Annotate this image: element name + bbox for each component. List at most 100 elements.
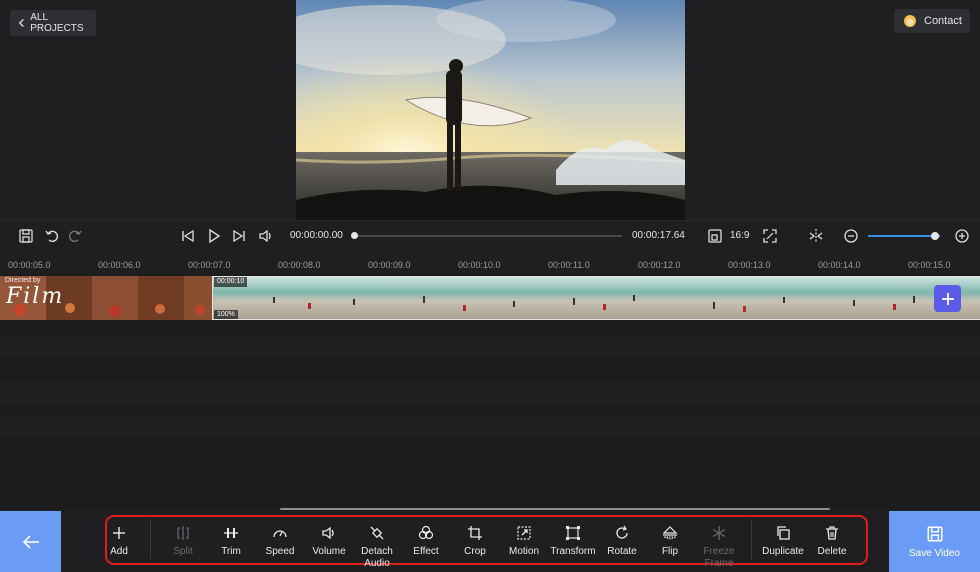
- split-tool-button[interactable]: Split: [159, 525, 207, 558]
- ruler-label: 00:00:07.0: [188, 260, 231, 270]
- snap-icon[interactable]: [808, 228, 824, 244]
- save-video-button[interactable]: Save Video: [889, 511, 980, 572]
- timeline-clip-title[interactable]: Directed by Film: [0, 276, 212, 320]
- ruler-label: 00:00:12.0: [638, 260, 681, 270]
- duplicate-label: Duplicate: [762, 546, 804, 557]
- toolbar-divider: [150, 519, 151, 559]
- ruler-label: 00:00:10.0: [458, 260, 501, 270]
- undo-icon[interactable]: [44, 228, 60, 244]
- volume-icon: [322, 526, 334, 540]
- zoom-slider[interactable]: [868, 235, 940, 237]
- speaker-icon[interactable]: [258, 228, 274, 244]
- timeline-scrollbar[interactable]: [280, 508, 830, 510]
- transform-icon: [566, 526, 580, 540]
- transform-label: Transform: [550, 546, 596, 557]
- ruler-label: 00:00:09.0: [368, 260, 411, 270]
- clip-title-text: Film: [6, 284, 65, 309]
- detach-audio-tool-button[interactable]: Detach Audio: [353, 525, 401, 570]
- redo-icon[interactable]: [67, 228, 83, 244]
- ruler-label: 00:00:08.0: [278, 260, 321, 270]
- split-icon: [177, 526, 189, 540]
- plus-icon: [941, 292, 954, 305]
- volume-tool-button[interactable]: Volume: [305, 525, 353, 558]
- playhead-knob[interactable]: [351, 232, 358, 239]
- timeline-clip-video[interactable]: 00:00:10 100%: [212, 276, 980, 320]
- save-icon[interactable]: [18, 228, 34, 244]
- volume-label: Volume: [312, 546, 346, 557]
- skip-end-icon[interactable]: [231, 228, 247, 244]
- motion-icon: [517, 526, 531, 540]
- arrow-left-icon: [22, 534, 39, 549]
- trim-tool-button[interactable]: Trim: [207, 525, 255, 558]
- crop-label: Crop: [464, 546, 486, 557]
- effect-tool-button[interactable]: Effect: [402, 525, 450, 558]
- all-projects-label: ALL PROJECTS: [30, 12, 84, 34]
- fullscreen-icon[interactable]: [762, 228, 778, 244]
- delete-tool-button[interactable]: Delete: [808, 525, 856, 558]
- flip-tool-button[interactable]: Flip: [646, 525, 694, 558]
- edit-toolbar: Add Split Trim Speed Volume Detach Audio…: [0, 511, 980, 572]
- rotate-tool-button[interactable]: Rotate: [598, 525, 646, 558]
- preview-area: ALL PROJECTS Contact: [0, 0, 980, 220]
- speed-label: Speed: [265, 546, 295, 557]
- aspect-ratio-label[interactable]: 16:9: [730, 230, 749, 241]
- save-video-label: Save Video: [909, 547, 960, 559]
- snowflake-icon: [712, 526, 726, 540]
- skip-start-icon[interactable]: [180, 228, 196, 244]
- detach-audio-icon: [370, 526, 384, 540]
- ruler-label: 00:00:15.0: [908, 260, 951, 270]
- contact-button[interactable]: Contact: [894, 9, 970, 33]
- split-label: Split: [173, 546, 193, 557]
- ruler-label: 00:00:14.0: [818, 260, 861, 270]
- add-clip-button[interactable]: [934, 285, 961, 312]
- avatar-icon: [904, 15, 916, 27]
- transform-tool-button[interactable]: Transform: [549, 525, 597, 558]
- motion-tool-button[interactable]: Motion: [500, 525, 548, 558]
- flip-label: Flip: [661, 546, 679, 557]
- ruler-label: 00:00:11.0: [548, 260, 590, 270]
- clip-volume-badge: 100%: [214, 310, 238, 319]
- add-label: Add: [110, 546, 128, 557]
- motion-label: Motion: [508, 546, 539, 557]
- play-icon[interactable]: [206, 228, 222, 244]
- trim-icon: [224, 528, 238, 538]
- zoom-in-icon[interactable]: [954, 228, 970, 244]
- track-lane: [0, 336, 980, 358]
- rotate-label: Rotate: [607, 546, 637, 557]
- crop-tool-button[interactable]: Crop: [451, 525, 499, 558]
- zoom-slider-knob[interactable]: [930, 232, 939, 240]
- rotate-icon: [616, 525, 628, 539]
- video-preview: [296, 0, 685, 220]
- speedometer-icon: [273, 530, 287, 538]
- all-projects-button[interactable]: ALL PROJECTS: [10, 10, 96, 36]
- trash-icon: [826, 526, 838, 540]
- zoom-out-icon[interactable]: [843, 228, 859, 244]
- effect-label: Effect: [413, 546, 439, 557]
- chevron-left-icon: [18, 18, 24, 28]
- freeze-frame-tool-button[interactable]: Freeze Frame: [695, 525, 743, 570]
- aspect-ratio-icon[interactable]: [707, 228, 723, 244]
- duplicate-icon: [777, 526, 790, 540]
- crop-icon: [468, 526, 482, 540]
- save-icon: [927, 526, 942, 541]
- delete-label: Delete: [817, 546, 847, 557]
- track-lane: [0, 382, 980, 404]
- flip-icon: [662, 526, 678, 540]
- ruler-label: 00:00:06.0: [98, 260, 141, 270]
- duplicate-tool-button[interactable]: Duplicate: [759, 525, 807, 558]
- freeze-frame-label: Freeze Frame: [703, 546, 735, 569]
- ruler-label: 00:00:05.0: [8, 260, 51, 270]
- timeline-ruler[interactable]: 00:00:05.0 00:00:06.0 00:00:07.0 00:00:0…: [0, 250, 980, 274]
- track-lane: [0, 416, 980, 438]
- add-tool-button[interactable]: Add: [95, 525, 143, 558]
- ruler-label: 00:00:13.0: [728, 260, 771, 270]
- effect-icon: [418, 525, 434, 540]
- detach-audio-label: Detach Audio: [361, 546, 393, 569]
- back-button[interactable]: [0, 511, 61, 572]
- speed-tool-button[interactable]: Speed: [256, 525, 304, 558]
- toolbar-divider: [751, 519, 752, 559]
- playback-scrubber[interactable]: [352, 235, 622, 237]
- plus-icon: [113, 527, 125, 539]
- current-time: 00:00:00.00: [290, 230, 343, 241]
- total-time: 00:00:17.64: [632, 230, 685, 241]
